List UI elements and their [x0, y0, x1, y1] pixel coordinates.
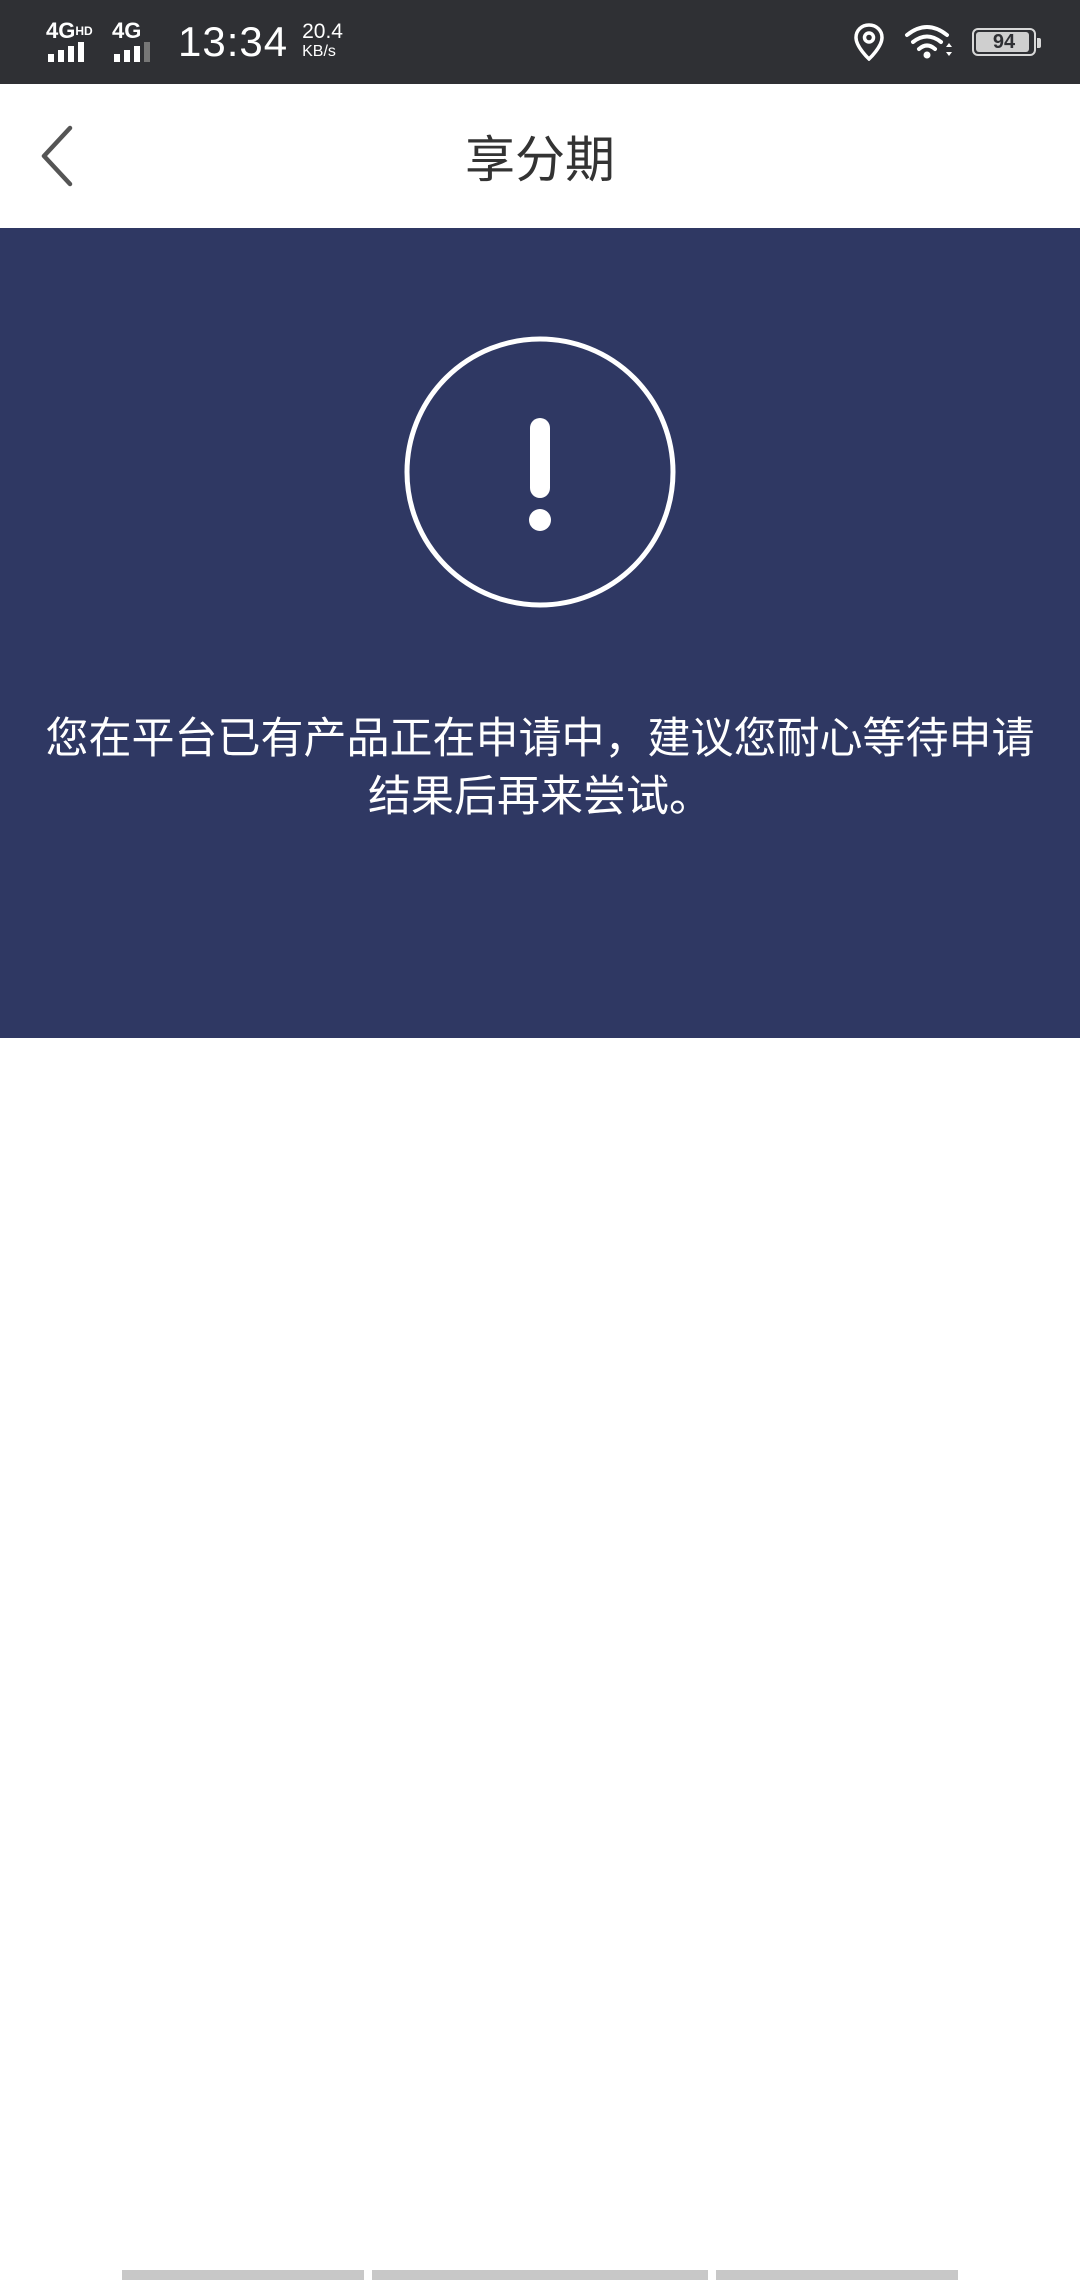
signal-bars-icon: [48, 42, 88, 62]
battery-level: 94: [992, 30, 1016, 53]
network-speed-unit: KB/s: [302, 43, 336, 60]
page-title: 享分期: [465, 131, 615, 189]
signal-bars-icon: [114, 42, 154, 62]
nav-bar: 享分期: [0, 84, 1080, 228]
status-bar: 4GHD 4G 13:34 20.4 KB/s 94: [0, 0, 1080, 84]
network-speed-value: 20.4: [302, 20, 343, 43]
network-speed: 20.4 KB/s: [302, 20, 343, 62]
status-left: 4GHD 4G 13:34 20.4 KB/s: [46, 0, 343, 84]
bottom-indicator: [0, 2270, 1080, 2280]
sim1-badge: HD: [75, 24, 93, 38]
application-pending-message: 您在平台已有产品正在申请中，建议您耐心等待申请结果后再来尝试。: [45, 714, 1035, 822]
status-banner: 您在平台已有产品正在申请中，建议您耐心等待申请结果后再来尝试。: [0, 228, 1080, 1038]
sim2-signal: 4G: [112, 20, 160, 64]
wifi-icon: [905, 25, 952, 59]
exclamation-circle-icon: [404, 336, 676, 608]
location-icon: [854, 23, 884, 61]
clock: 13:34: [178, 18, 289, 65]
battery-icon: 94: [972, 28, 1041, 56]
sim1-label: 4G: [46, 18, 76, 43]
sim2-label: 4G: [112, 18, 142, 43]
status-right: 94: [854, 0, 1041, 84]
sim1-signal: 4GHD: [46, 20, 104, 64]
